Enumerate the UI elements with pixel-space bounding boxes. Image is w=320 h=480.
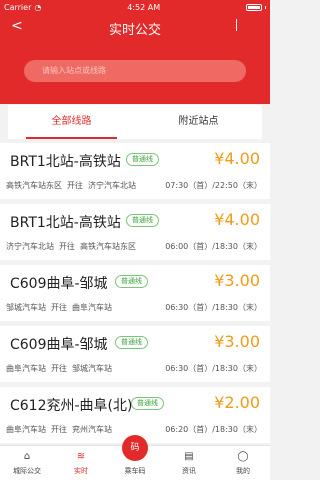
search-input[interactable]: 请输入站点或线路 <box>24 60 246 82</box>
route-card[interactable]: BRT1北站-高铁站 普通线 ¥4.00 济宁汽车北站 开往 高铁汽车站东区 0… <box>0 204 270 260</box>
route-card[interactable]: BRT1北站-高铁站 普通线 ¥4.00 高铁汽车站东区 开往 济宁汽车北站 0… <box>0 143 270 199</box>
tab-nearby-stations[interactable]: 附近站点 <box>135 105 262 139</box>
home-icon: ⌂ <box>23 451 31 462</box>
route-price: ¥2.00 <box>214 393 260 412</box>
route-name: C609曲阜-邹城 <box>10 276 108 292</box>
route-type-badge: 普通线 <box>131 397 164 410</box>
route-type-badge: 普通线 <box>126 153 159 166</box>
carrier-label: Carrier <box>4 2 32 12</box>
route-name: C609曲阜-邹城 <box>10 337 108 353</box>
route-direction: 济宁汽车北站 开往 高铁汽车站东区 <box>6 241 136 252</box>
route-from: 济宁汽车北站 <box>6 242 54 251</box>
route-card[interactable]: C609曲阜-邹城 普通线 ¥3.00 曲阜汽车站 开往 邹城汽车站 06:30… <box>0 326 270 382</box>
battery-icon <box>245 3 262 11</box>
wifi-icon: ◔ <box>34 2 42 12</box>
route-dir: 开往 <box>51 303 67 312</box>
route-type-badge: 普通线 <box>126 214 159 227</box>
header: < 实时公交 请输入站点或线路 <box>0 14 270 104</box>
route-price: ¥4.00 <box>214 210 260 229</box>
route-dir: 开往 <box>67 181 83 190</box>
route-price: ¥4.00 <box>214 149 260 168</box>
nav-qr-code[interactable]: 码 乘车码 <box>108 435 162 480</box>
route-name: BRT1北站-高铁站 <box>10 215 121 231</box>
nav-realtime[interactable]: ≋ 实时 <box>54 446 108 480</box>
nav-label: 资讯 <box>182 467 196 475</box>
nav-label: 城际公交 <box>13 467 41 475</box>
route-direction: 高铁汽车站东区 开往 济宁汽车北站 <box>6 180 136 191</box>
route-from: 曲阜汽车站 <box>6 364 46 373</box>
route-direction: 曲阜汽车站 开往 兖州汽车站 <box>6 424 112 435</box>
route-from: 高铁汽车站东区 <box>6 181 62 190</box>
route-tabs: 全部线路 附近站点 <box>8 105 262 139</box>
status-time: 4:52 AM <box>127 2 161 12</box>
bottom-nav: ⌂ 城际公交 ≋ 实时 码 乘车码 ▤ 资讯 ◯ 我的 <box>0 435 270 480</box>
route-time: 06:30（首）/18:30（末） <box>165 303 262 312</box>
route-dir: 开往 <box>51 425 67 434</box>
news-icon: ▤ <box>184 451 194 462</box>
user-icon: ◯ <box>237 451 249 462</box>
page-title: 实时公交 <box>108 23 161 38</box>
route-name: BRT1北站-高铁站 <box>10 154 121 170</box>
status-bar: Carrier ◔ 4:52 AM <box>0 0 270 14</box>
route-type-badge: 普通线 <box>115 275 148 288</box>
search-cursor <box>236 19 237 31</box>
nav-intercity[interactable]: ⌂ 城际公交 <box>0 446 54 480</box>
route-dir: 开往 <box>51 364 67 373</box>
route-from: 邹城汽车站 <box>6 303 46 312</box>
route-to: 高铁汽车站东区 <box>80 242 136 251</box>
nav-news[interactable]: ▤ 资讯 <box>162 446 216 480</box>
nav-label: 我的 <box>236 467 250 475</box>
route-direction: 曲阜汽车站 开往 邹城汽车站 <box>6 363 112 374</box>
nav-label: 实时 <box>74 467 88 475</box>
route-time: 07:30（首）/22:50（末） <box>165 181 262 190</box>
route-price: ¥3.00 <box>214 271 260 290</box>
route-name: C612兖州-曲阜(北) <box>10 398 133 414</box>
route-direction: 邹城汽车站 开往 曲阜汽车站 <box>6 302 112 313</box>
route-price: ¥3.00 <box>214 332 260 351</box>
route-from: 曲阜汽车站 <box>6 425 46 434</box>
nav-mine[interactable]: ◯ 我的 <box>216 446 270 480</box>
route-to: 邹城汽车站 <box>72 364 112 373</box>
route-card[interactable]: C609曲阜-邹城 普通线 ¥3.00 邹城汽车站 开往 曲阜汽车站 06:30… <box>0 265 270 321</box>
route-to: 兖州汽车站 <box>72 425 112 434</box>
route-dir: 开往 <box>59 242 75 251</box>
route-to: 曲阜汽车站 <box>72 303 112 312</box>
battery-nub <box>264 5 266 9</box>
qr-icon: 码 <box>122 435 148 461</box>
route-time: 06:30（首）/18:30（末） <box>165 364 262 373</box>
route-time: 06:00（首）/18:30（末） <box>165 242 262 251</box>
route-type-badge: 普通线 <box>115 336 148 349</box>
route-to: 济宁汽车北站 <box>88 181 136 190</box>
status-right <box>245 3 266 11</box>
realtime-icon: ≋ <box>76 451 86 462</box>
nav-label: 乘车码 <box>124 467 146 475</box>
tab-all-routes[interactable]: 全部线路 <box>8 105 135 139</box>
route-time: 06:20（首）/18:30（末） <box>165 425 262 434</box>
status-left: Carrier ◔ <box>4 3 41 12</box>
